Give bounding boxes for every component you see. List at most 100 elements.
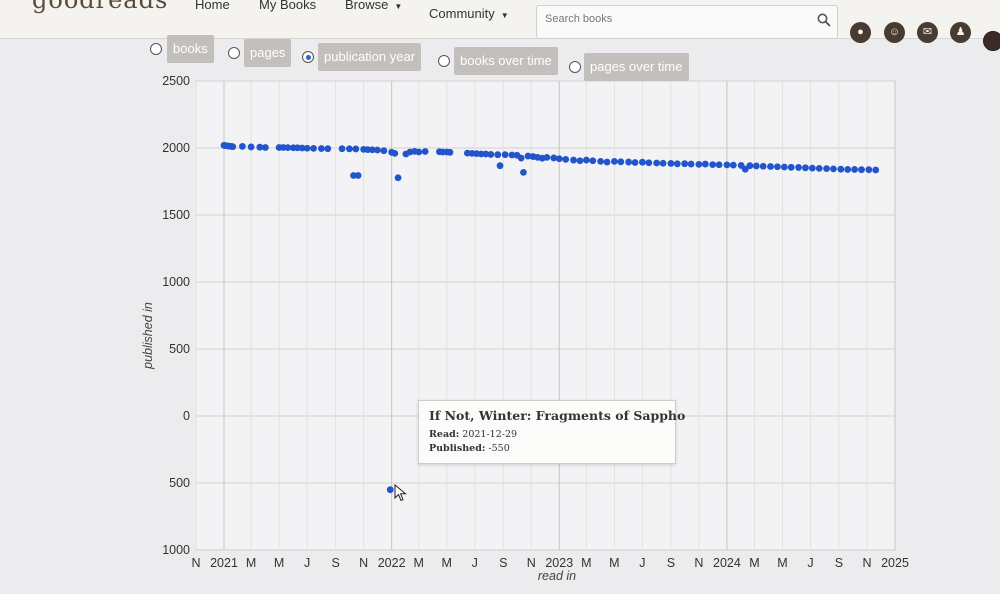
data-point[interactable] bbox=[394, 174, 402, 182]
data-point[interactable] bbox=[815, 164, 823, 172]
data-point[interactable] bbox=[631, 159, 639, 166]
data-point[interactable] bbox=[837, 165, 845, 173]
mouse-pointer-icon bbox=[394, 484, 407, 502]
x-tick-label: M bbox=[414, 556, 424, 570]
radio-pages-over-time[interactable] bbox=[569, 61, 581, 73]
data-point[interactable] bbox=[603, 158, 611, 166]
data-point[interactable] bbox=[787, 163, 795, 171]
data-point[interactable] bbox=[659, 159, 667, 167]
option-books-over-time-label[interactable]: books over time bbox=[454, 47, 558, 75]
option-publication-year[interactable]: publication year bbox=[302, 43, 426, 71]
data-point[interactable] bbox=[501, 151, 509, 159]
data-point[interactable] bbox=[610, 158, 618, 165]
option-pages-over-time[interactable]: pages over time bbox=[569, 53, 689, 81]
data-point[interactable] bbox=[229, 143, 237, 151]
data-point[interactable] bbox=[446, 148, 454, 156]
data-point[interactable] bbox=[589, 157, 597, 165]
x-tick-label: J bbox=[639, 556, 645, 570]
data-point[interactable] bbox=[851, 166, 858, 173]
data-point[interactable] bbox=[645, 159, 653, 167]
option-books-label[interactable]: books bbox=[167, 35, 214, 63]
data-point[interactable] bbox=[555, 155, 563, 163]
data-point[interactable] bbox=[759, 162, 767, 170]
data-point[interactable] bbox=[496, 162, 504, 170]
data-point[interactable] bbox=[570, 156, 577, 164]
data-point[interactable] bbox=[354, 172, 362, 179]
data-point[interactable] bbox=[639, 158, 646, 166]
data-point[interactable] bbox=[386, 486, 394, 494]
data-point[interactable] bbox=[795, 164, 802, 171]
data-point[interactable] bbox=[576, 157, 584, 165]
option-pages-label[interactable]: pages bbox=[244, 39, 292, 67]
data-point[interactable] bbox=[673, 160, 681, 168]
data-point[interactable] bbox=[543, 153, 551, 161]
data-point[interactable] bbox=[844, 166, 852, 173]
data-point[interactable] bbox=[681, 160, 689, 168]
data-point[interactable] bbox=[723, 161, 731, 169]
y-tick-label: 1000 bbox=[162, 543, 190, 557]
data-point[interactable] bbox=[865, 166, 873, 174]
data-point[interactable] bbox=[687, 160, 695, 168]
tooltip-published-row: Published: -550 bbox=[429, 442, 665, 456]
data-point[interactable] bbox=[421, 148, 429, 155]
data-point[interactable] bbox=[391, 149, 399, 157]
x-tick-label: M bbox=[777, 556, 787, 570]
x-tick-label: 2023 bbox=[545, 556, 573, 570]
x-axis-label: read in bbox=[538, 569, 576, 583]
data-point[interactable] bbox=[830, 165, 837, 173]
tooltip-read-value: 2021-12-29 bbox=[462, 429, 518, 440]
option-pages-over-time-label[interactable]: pages over time bbox=[584, 53, 689, 81]
data-point[interactable] bbox=[261, 144, 269, 151]
data-point[interactable] bbox=[802, 164, 809, 172]
data-point[interactable] bbox=[709, 161, 717, 169]
data-point[interactable] bbox=[729, 161, 737, 169]
data-point[interactable] bbox=[317, 145, 325, 152]
data-point[interactable] bbox=[858, 166, 865, 174]
data-point[interactable] bbox=[582, 156, 590, 164]
data-point[interactable] bbox=[767, 163, 774, 170]
data-point[interactable] bbox=[752, 162, 760, 170]
data-point[interactable] bbox=[324, 145, 332, 153]
data-point[interactable] bbox=[695, 160, 703, 168]
data-point[interactable] bbox=[617, 158, 625, 166]
data-point[interactable] bbox=[780, 163, 788, 171]
data-point[interactable] bbox=[715, 161, 723, 169]
data-point[interactable] bbox=[701, 160, 709, 168]
data-point[interactable] bbox=[823, 165, 830, 173]
x-tick-label: J bbox=[304, 556, 310, 570]
radio-publication-year[interactable] bbox=[302, 51, 314, 63]
data-point[interactable] bbox=[494, 151, 502, 159]
x-tick-label: J bbox=[472, 556, 478, 570]
data-point[interactable] bbox=[625, 158, 633, 166]
option-books-over-time[interactable]: books over time bbox=[438, 47, 558, 75]
data-point[interactable] bbox=[774, 163, 781, 171]
data-point[interactable] bbox=[487, 151, 495, 158]
data-point[interactable] bbox=[872, 166, 880, 174]
radio-pages[interactable] bbox=[228, 47, 240, 59]
data-point[interactable] bbox=[415, 148, 423, 156]
option-publication-year-label[interactable]: publication year bbox=[318, 43, 422, 71]
data-point[interactable] bbox=[597, 158, 605, 165]
data-point[interactable] bbox=[808, 164, 816, 172]
data-point[interactable] bbox=[310, 145, 317, 152]
scatter-chart: 2500 2000 1500 1000 500 0 500 1000 N 2021 M M J S N 20… bbox=[141, 74, 909, 583]
data-point[interactable] bbox=[247, 143, 255, 151]
radio-books-over-time[interactable] bbox=[438, 55, 450, 67]
data-point[interactable] bbox=[667, 160, 675, 167]
data-point[interactable] bbox=[338, 145, 346, 153]
data-point[interactable] bbox=[238, 142, 246, 150]
data-point[interactable] bbox=[520, 168, 527, 176]
data-point[interactable] bbox=[380, 147, 388, 155]
data-point[interactable] bbox=[303, 144, 311, 152]
data-point[interactable] bbox=[374, 146, 381, 154]
data-point[interactable] bbox=[517, 154, 525, 162]
data-point[interactable] bbox=[345, 145, 353, 153]
data-point[interactable] bbox=[653, 159, 661, 167]
data-point[interactable] bbox=[562, 155, 570, 163]
chart-tooltip: If Not, Winter: Fragments of Sappho Read… bbox=[418, 400, 685, 464]
radio-books[interactable] bbox=[150, 43, 162, 55]
option-books[interactable]: books bbox=[150, 35, 216, 63]
data-point[interactable] bbox=[746, 162, 754, 170]
option-pages[interactable]: pages bbox=[228, 39, 294, 67]
data-point[interactable] bbox=[352, 145, 360, 153]
